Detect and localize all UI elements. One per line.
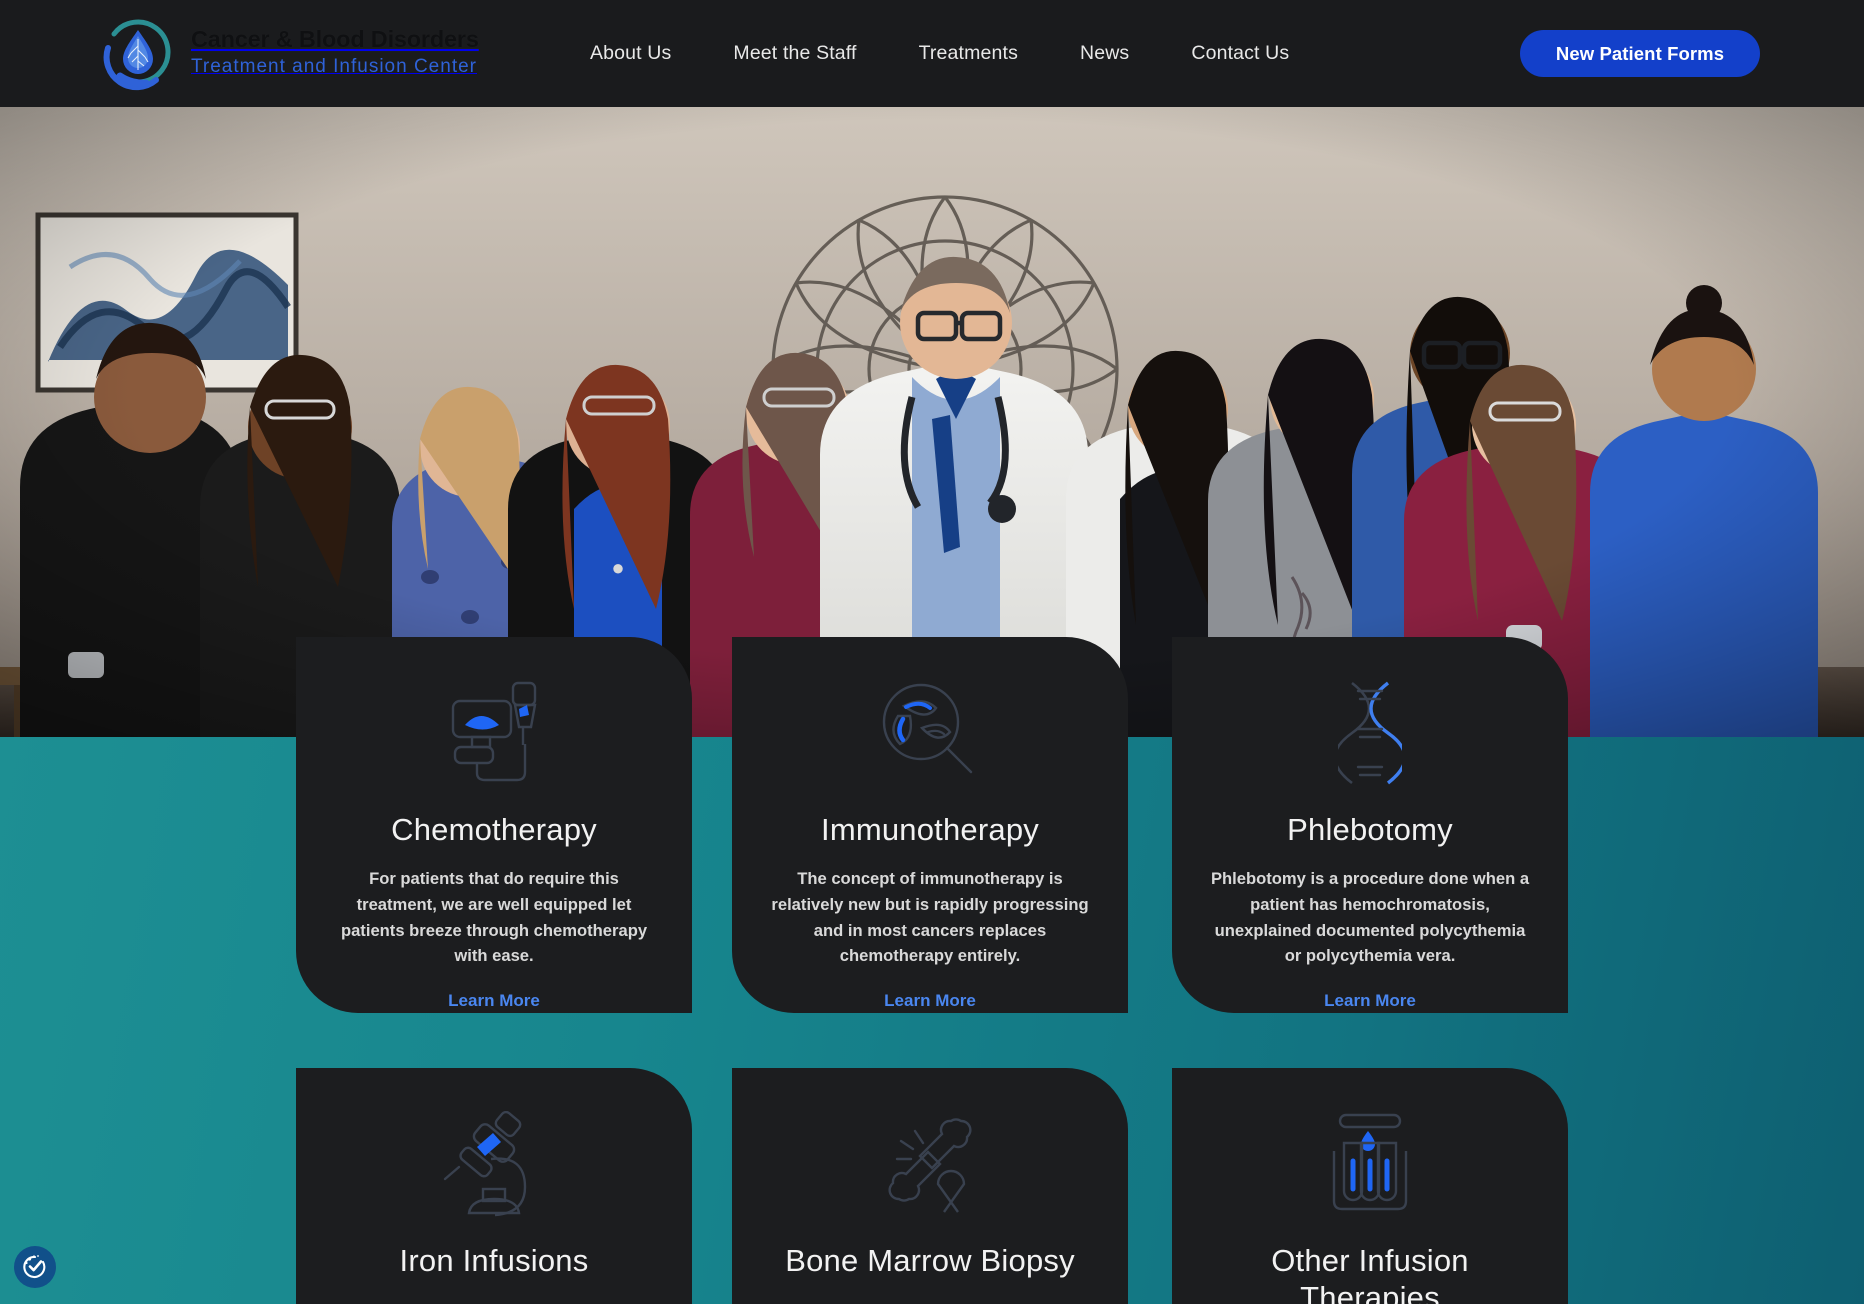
- magnifier-blood-cells-icon: [766, 667, 1094, 799]
- accessibility-checkmark-icon: [21, 1252, 49, 1283]
- logo-text-block: Cancer & Blood Disorders Treatment and I…: [191, 28, 479, 76]
- service-card-chemotherapy[interactable]: Chemotherapy For patients that do requir…: [296, 637, 692, 1013]
- nav-treatments[interactable]: Treatments: [919, 42, 1018, 65]
- card-title: Other Infusion Therapies: [1271, 1243, 1469, 1304]
- microscope-icon: [330, 1098, 658, 1230]
- service-card-bone-marrow-biopsy[interactable]: Bone Marrow Biopsy: [732, 1068, 1128, 1304]
- nav-contact-us[interactable]: Contact Us: [1191, 42, 1289, 65]
- primary-navigation: About Us Meet the Staff Treatments News …: [590, 0, 1289, 107]
- service-card-iron-infusions[interactable]: Iron Infusions: [296, 1068, 692, 1304]
- learn-more-link[interactable]: Learn More: [448, 991, 540, 1011]
- service-card-phlebotomy[interactable]: Phlebotomy Phlebotomy is a procedure don…: [1172, 637, 1568, 1013]
- logo-title: Cancer & Blood Disorders: [191, 26, 479, 53]
- nav-news[interactable]: News: [1080, 42, 1129, 65]
- blood-drop-logo-icon: [98, 12, 178, 92]
- site-logo-link[interactable]: Cancer & Blood Disorders Treatment and I…: [98, 12, 479, 92]
- learn-more-link[interactable]: Learn More: [1324, 991, 1416, 1011]
- card-title: Iron Infusions: [399, 1243, 589, 1278]
- site-header: Cancer & Blood Disorders Treatment and I…: [0, 0, 1864, 107]
- service-card-immunotherapy[interactable]: Immunotherapy The concept of immunothera…: [732, 637, 1128, 1013]
- new-patient-forms-button[interactable]: New Patient Forms: [1520, 30, 1760, 77]
- card-title: Immunotherapy: [821, 812, 1039, 847]
- card-title: Bone Marrow Biopsy: [785, 1243, 1075, 1278]
- accessibility-widget-button[interactable]: [14, 1246, 56, 1288]
- nav-meet-the-staff[interactable]: Meet the Staff: [733, 42, 856, 65]
- card-description: Phlebotomy is a procedure done when a pa…: [1210, 869, 1530, 966]
- page-root: Cancer & Blood Disorders Treatment and I…: [0, 0, 1864, 1304]
- ultrasound-machine-icon: [330, 667, 658, 799]
- bone-ribbon-icon: [766, 1098, 1094, 1230]
- logo-subtitle: Treatment and Infusion Center: [191, 55, 477, 77]
- card-description: The concept of immunotherapy is relative…: [771, 869, 1089, 966]
- learn-more-link[interactable]: Learn More: [884, 991, 976, 1011]
- card-description: For patients that do require this treatm…: [340, 869, 648, 966]
- dna-helix-icon: [1206, 667, 1534, 799]
- card-title: Phlebotomy: [1287, 812, 1453, 847]
- nav-about-us[interactable]: About Us: [590, 42, 671, 65]
- card-title: Chemotherapy: [391, 812, 597, 847]
- test-tubes-dropper-icon: [1206, 1098, 1534, 1230]
- service-card-other-infusion-therapies[interactable]: Other Infusion Therapies: [1172, 1068, 1568, 1304]
